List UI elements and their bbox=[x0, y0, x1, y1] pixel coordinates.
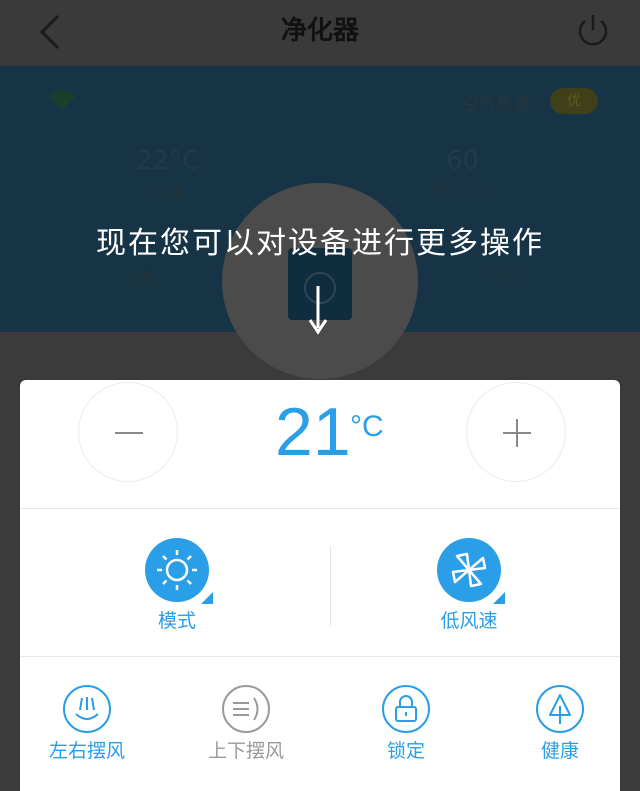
room-temperature-value: 22°C bbox=[136, 146, 201, 176]
control-card: 21 °C 模式 低风速 左右摆风 上下摆风 锁定 健康 bbox=[20, 380, 620, 791]
down-arrow-icon bbox=[308, 286, 328, 335]
mode-corner-indicator bbox=[201, 592, 213, 604]
lock-label: 锁定 bbox=[386, 740, 425, 762]
horizontal-swing-label: 左右摆风 bbox=[48, 740, 125, 762]
minus-icon bbox=[115, 432, 143, 434]
air-quality-badge: 优 bbox=[550, 88, 598, 114]
tutorial-hint-text: 现在您可以对设备进行更多操作 bbox=[96, 226, 544, 261]
health-label: 健康 bbox=[540, 740, 579, 762]
power-icon[interactable] bbox=[574, 12, 612, 50]
tree-icon bbox=[536, 685, 584, 733]
page-title: 净化器 bbox=[280, 16, 359, 46]
fan-speed-button[interactable] bbox=[437, 538, 505, 604]
wifi-icon bbox=[48, 90, 76, 110]
horizontal-swing-icon bbox=[63, 685, 111, 733]
plus-icon bbox=[503, 419, 531, 447]
pm25-value: 60 bbox=[446, 146, 480, 176]
mode-divider bbox=[330, 546, 331, 626]
horizontal-swing-button[interactable] bbox=[62, 684, 112, 734]
room-temperature-label: 室温 bbox=[156, 184, 189, 203]
fan-corner-indicator bbox=[493, 592, 505, 604]
vertical-swing-icon bbox=[222, 685, 270, 733]
mode-row bbox=[20, 508, 620, 657]
fan-icon bbox=[451, 552, 487, 588]
target-temperature: 21 bbox=[275, 394, 351, 470]
mode-button[interactable] bbox=[145, 538, 213, 604]
pm25-label: PM2.5 bbox=[434, 180, 483, 199]
voc-label: VOC bbox=[490, 266, 525, 285]
increase-temperature-button[interactable] bbox=[466, 382, 566, 482]
air-quality-label: 空气质量 bbox=[462, 95, 530, 115]
purifier-screen: 净化器 空气质量 优 22°C 室温 60 PM2.5 湿度 VOC 现在您可以… bbox=[0, 0, 640, 791]
lock-icon bbox=[382, 685, 430, 733]
temperature-unit: °C bbox=[350, 410, 384, 443]
fan-speed-label: 低风速 bbox=[440, 610, 498, 632]
health-button[interactable] bbox=[535, 684, 585, 734]
sun-icon bbox=[157, 550, 197, 590]
top-bar: 净化器 bbox=[0, 0, 640, 66]
lock-button[interactable] bbox=[381, 684, 431, 734]
decrease-temperature-button[interactable] bbox=[78, 382, 178, 482]
mode-label: 模式 bbox=[157, 610, 196, 632]
vertical-swing-button[interactable] bbox=[221, 684, 271, 734]
humidity-label: 湿度 bbox=[126, 270, 159, 289]
vertical-swing-label: 上下摆风 bbox=[207, 740, 284, 762]
